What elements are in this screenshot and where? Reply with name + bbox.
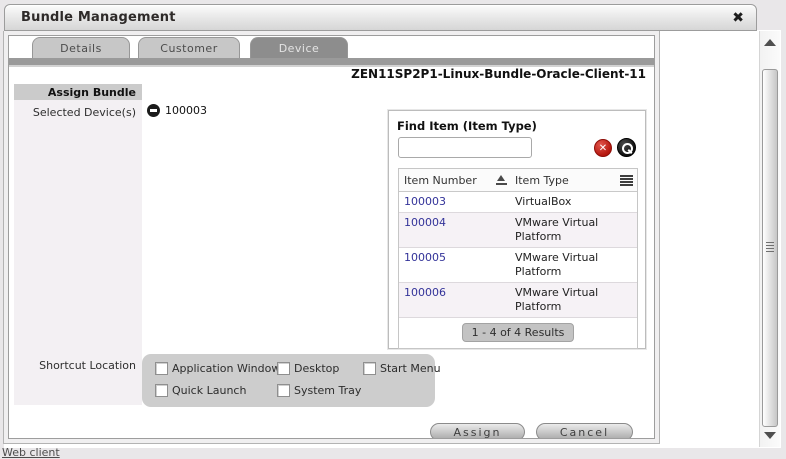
- desktop-checkbox[interactable]: [277, 362, 290, 375]
- checkbox-system-tray[interactable]: System Tray: [277, 384, 361, 397]
- clear-search-icon[interactable]: ✕: [594, 139, 612, 157]
- dialog-title: Bundle Management: [5, 10, 176, 25]
- table-footer: 1 - 4 of 4 Results: [399, 318, 637, 348]
- cancel-button[interactable]: Cancel: [536, 423, 633, 439]
- checkbox-label: Desktop: [294, 362, 339, 375]
- item-type-cell: VMware Virtual Platform: [511, 248, 637, 282]
- tab-customer[interactable]: Customer: [138, 37, 240, 58]
- item-table: Item Number Item Type 100003 VirtualBox …: [398, 168, 638, 349]
- sort-ascending-icon[interactable]: [496, 175, 507, 185]
- table-row: 100004 VMware Virtual Platform: [399, 213, 637, 248]
- item-number-link[interactable]: 100004: [399, 213, 511, 247]
- checkbox-application-window[interactable]: Application Window: [155, 362, 280, 375]
- background-page-link: Web client: [2, 446, 60, 459]
- checkbox-desktop[interactable]: Desktop: [277, 362, 339, 375]
- label-column: Selected Device(s) Shortcut Location: [14, 100, 142, 405]
- item-number-link[interactable]: 100005: [399, 248, 511, 282]
- shortcut-location-group: Application Window Desktop Start Menu Qu…: [142, 354, 435, 407]
- bundle-name: ZEN11SP2P1-Linux-Bundle-Oracle-Client-11: [351, 67, 646, 81]
- item-type-cell: VirtualBox: [511, 192, 637, 212]
- checkbox-label: Start Menu: [380, 362, 441, 375]
- find-item-title: Find Item (Item Type): [397, 119, 637, 133]
- table-row: 100003 VirtualBox: [399, 192, 637, 213]
- find-item-input[interactable]: [398, 137, 532, 158]
- table-row: 100006 VMware Virtual Platform: [399, 283, 637, 318]
- column-menu-icon[interactable]: [620, 175, 633, 186]
- quick-launch-checkbox[interactable]: [155, 384, 168, 397]
- scroll-up-icon[interactable]: [764, 39, 776, 46]
- tab-underline-bar: [9, 58, 654, 65]
- search-icon[interactable]: [617, 138, 636, 157]
- selected-device-id: 100003: [165, 104, 207, 117]
- dialog-body: Details Customer Device ZEN11SP2P1-Linux…: [3, 31, 660, 444]
- item-number-column-header[interactable]: Item Number: [404, 174, 477, 187]
- application-window-checkbox[interactable]: [155, 362, 168, 375]
- checkbox-label: Application Window: [172, 362, 280, 375]
- vertical-scrollbar[interactable]: [759, 31, 780, 447]
- system-tray-checkbox[interactable]: [277, 384, 290, 397]
- shortcut-location-label: Shortcut Location: [39, 359, 136, 372]
- selected-devices-label: Selected Device(s): [33, 106, 136, 119]
- selected-device-row: 100003: [147, 104, 207, 117]
- remove-device-icon[interactable]: [147, 104, 160, 117]
- dialog-titlebar: Bundle Management ✖: [4, 4, 757, 31]
- start-menu-checkbox[interactable]: [363, 362, 376, 375]
- assign-bundle-header: Assign Bundle: [14, 84, 142, 100]
- checkbox-label: Quick Launch: [172, 384, 246, 397]
- find-item-panel: Find Item (Item Type) ✕ Item Number Item…: [388, 110, 646, 349]
- scroll-down-icon[interactable]: [764, 432, 776, 439]
- checkbox-start-menu[interactable]: Start Menu: [363, 362, 441, 375]
- close-icon[interactable]: ✖: [732, 9, 744, 27]
- item-number-link[interactable]: 100006: [399, 283, 511, 317]
- results-count-badge[interactable]: 1 - 4 of 4 Results: [462, 323, 575, 342]
- tab-details[interactable]: Details: [32, 37, 130, 58]
- dialog-content: Details Customer Device ZEN11SP2P1-Linux…: [8, 35, 655, 439]
- checkbox-quick-launch[interactable]: Quick Launch: [155, 384, 246, 397]
- item-table-header: Item Number Item Type: [399, 169, 637, 192]
- tab-device[interactable]: Device: [250, 37, 348, 58]
- scrollbar-grip-icon: [766, 242, 774, 253]
- item-type-column-header[interactable]: Item Type: [515, 174, 569, 187]
- item-type-cell: VMware Virtual Platform: [511, 283, 637, 317]
- assign-button[interactable]: Assign: [430, 423, 525, 439]
- table-row: 100005 VMware Virtual Platform: [399, 248, 637, 283]
- item-type-cell: VMware Virtual Platform: [511, 213, 637, 247]
- scrollbar-thumb[interactable]: [762, 69, 778, 427]
- checkbox-label: System Tray: [294, 384, 361, 397]
- item-number-link[interactable]: 100003: [399, 192, 511, 212]
